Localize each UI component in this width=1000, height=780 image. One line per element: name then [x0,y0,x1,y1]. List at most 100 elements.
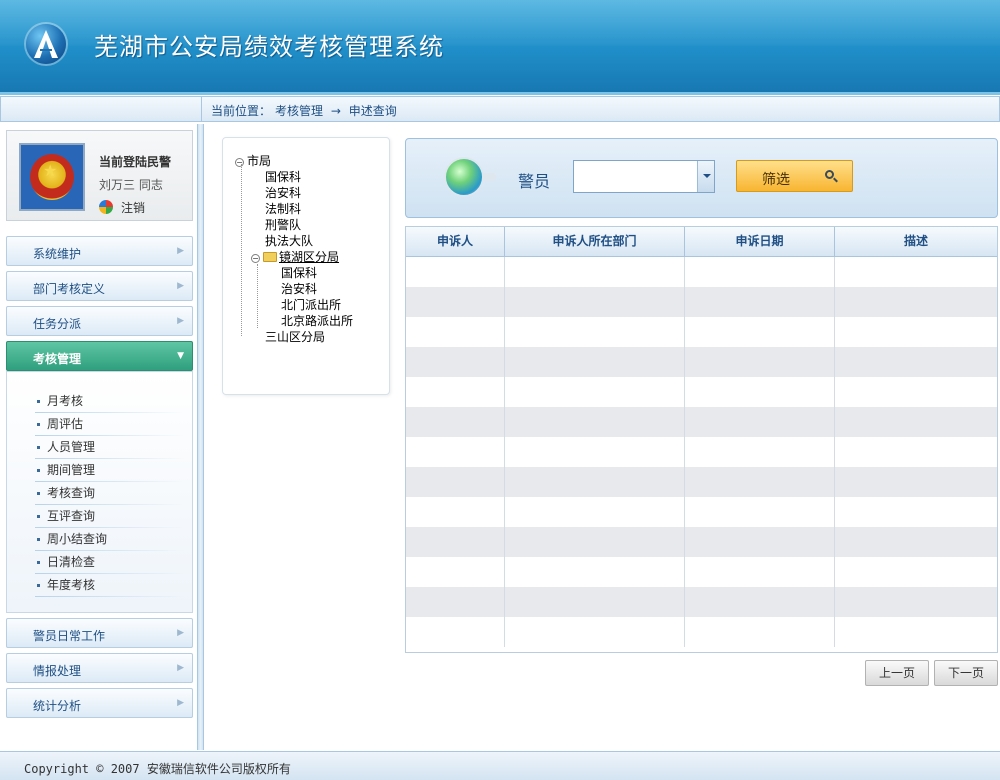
table-cell [505,287,685,317]
officer-filter-label: 警员 [518,172,551,191]
table-cell [685,587,835,617]
menu-item-intelligence[interactable]: 情报处理 ▶ [6,653,193,683]
table-row[interactable] [406,497,997,527]
logout-icon [99,200,113,214]
table-cell [685,557,835,587]
chevron-right-icon: ▶ [177,316,184,326]
menu-item-daily-work[interactable]: 警员日常工作 ▶ [6,618,193,648]
tree-node[interactable]: 法制科 [265,200,301,217]
table-row[interactable] [406,377,997,407]
sidebar-splitter[interactable] [197,124,204,750]
table-cell [505,587,685,617]
tree-node[interactable]: 北京路派出所 [281,312,353,329]
menu-item-system-maintenance[interactable]: 系统维护 ▶ [6,236,193,266]
next-page-button[interactable]: 下一页 [934,660,998,686]
submenu-item[interactable]: 人员管理 [35,438,185,461]
table-row[interactable] [406,437,997,467]
table-row[interactable] [406,257,997,287]
submenu-item[interactable]: 月考核 [35,392,185,415]
table-cell [406,317,505,347]
footer: Copyright © 2007 安徽瑞信软件公司版权所有 [0,751,1000,780]
tree-node[interactable]: 三山区分局 [265,328,325,345]
chevron-down-icon: ▼ [177,351,184,361]
chevron-right-icon: ▶ [177,246,184,256]
tree-node[interactable]: 治安科 [265,184,301,201]
breadcrumb-item-section[interactable]: 考核管理 [275,104,323,118]
officer-select[interactable] [573,160,715,193]
table-cell [406,557,505,587]
table-row[interactable] [406,347,997,377]
table-row[interactable] [406,407,997,437]
logout-link[interactable]: 注销 [99,199,145,216]
menu-item-label: 警员日常工作 [33,629,106,643]
table-cell [685,467,835,497]
table-cell [406,287,505,317]
menu-item-label: 部门考核定义 [33,282,106,296]
menu-item-assessment-management[interactable]: 考核管理 ▼ [6,341,193,371]
search-icon [825,170,834,179]
chevron-right-icon: ▶ [177,698,184,708]
magnifier-lens-icon [444,157,496,197]
submenu-item[interactable]: 互评查询 [35,507,185,530]
table-row[interactable] [406,467,997,497]
tree-connector [257,264,258,328]
submenu-item[interactable]: 日清检查 [35,553,185,576]
table-cell [835,557,997,587]
filter-button[interactable]: 筛选 [736,160,853,192]
table-row[interactable] [406,557,997,587]
tree-node-selected[interactable]: − 镜湖区分局 [251,248,339,265]
table-cell [406,527,505,557]
table-cell [685,437,835,467]
column-header-description[interactable]: 描述 [835,227,997,256]
submenu-item[interactable]: 周评估 [35,415,185,438]
dropdown-arrow-icon[interactable] [697,161,714,192]
logout-label: 注销 [121,201,146,215]
lens-handle [482,173,496,181]
tree-node[interactable]: 治安科 [281,280,317,297]
collapse-toggle-icon[interactable]: − [235,158,244,167]
tree-node[interactable]: 国保科 [281,264,317,281]
table-cell [406,407,505,437]
table-row[interactable] [406,527,997,557]
tree-node[interactable]: 国保科 [265,168,301,185]
collapse-toggle-icon[interactable]: − [251,254,260,263]
menu-item-statistics[interactable]: 统计分析 ▶ [6,688,193,718]
table-row[interactable] [406,287,997,317]
table-cell [505,347,685,377]
tree-node-root[interactable]: − 市局 [235,152,271,169]
org-tree-panel: − 市局 国保科 治安科 法制科 刑警队 执法大队 − 镜湖区分局 国保科 治安科 … [222,137,390,395]
table-cell [685,497,835,527]
tree-connector [241,164,242,336]
tree-node[interactable]: 北门派出所 [281,296,341,313]
table-cell [406,257,505,287]
column-header-appellant[interactable]: 申诉人 [406,227,505,256]
prev-page-button[interactable]: 上一页 [865,660,929,686]
column-header-date[interactable]: 申诉日期 [685,227,835,256]
table-cell [685,527,835,557]
table-cell [685,377,835,407]
table-cell [835,407,997,437]
table-cell [685,257,835,287]
menu-item-department-definition[interactable]: 部门考核定义 ▶ [6,271,193,301]
submenu-item[interactable]: 年度考核 [35,576,185,599]
table-cell [406,437,505,467]
table-cell [835,497,997,527]
assessment-submenu: 月考核 周评估 人员管理 期间管理 考核查询 互评查询 周小结查询 日清检查 年… [6,371,193,613]
table-cell [835,287,997,317]
table-cell [505,557,685,587]
table-cell [505,317,685,347]
submenu-item[interactable]: 考核查询 [35,484,185,507]
user-title: 当前登陆民警 [99,155,172,169]
table-cell [505,527,685,557]
table-row[interactable] [406,317,997,347]
system-title: 芜湖市公安局绩效考核管理系统 [94,33,444,61]
tree-node[interactable]: 刑警队 [265,216,301,233]
menu-item-task-assignment[interactable]: 任务分派 ▶ [6,306,193,336]
tree-node[interactable]: 执法大队 [265,232,313,249]
table-row[interactable] [406,617,997,647]
submenu-item[interactable]: 期间管理 [35,461,185,484]
column-header-department[interactable]: 申诉人所在部门 [505,227,685,256]
table-row[interactable] [406,587,997,617]
app-header: 芜湖市公安局绩效考核管理系统 [0,0,1000,92]
submenu-item[interactable]: 周小结查询 [35,530,185,553]
